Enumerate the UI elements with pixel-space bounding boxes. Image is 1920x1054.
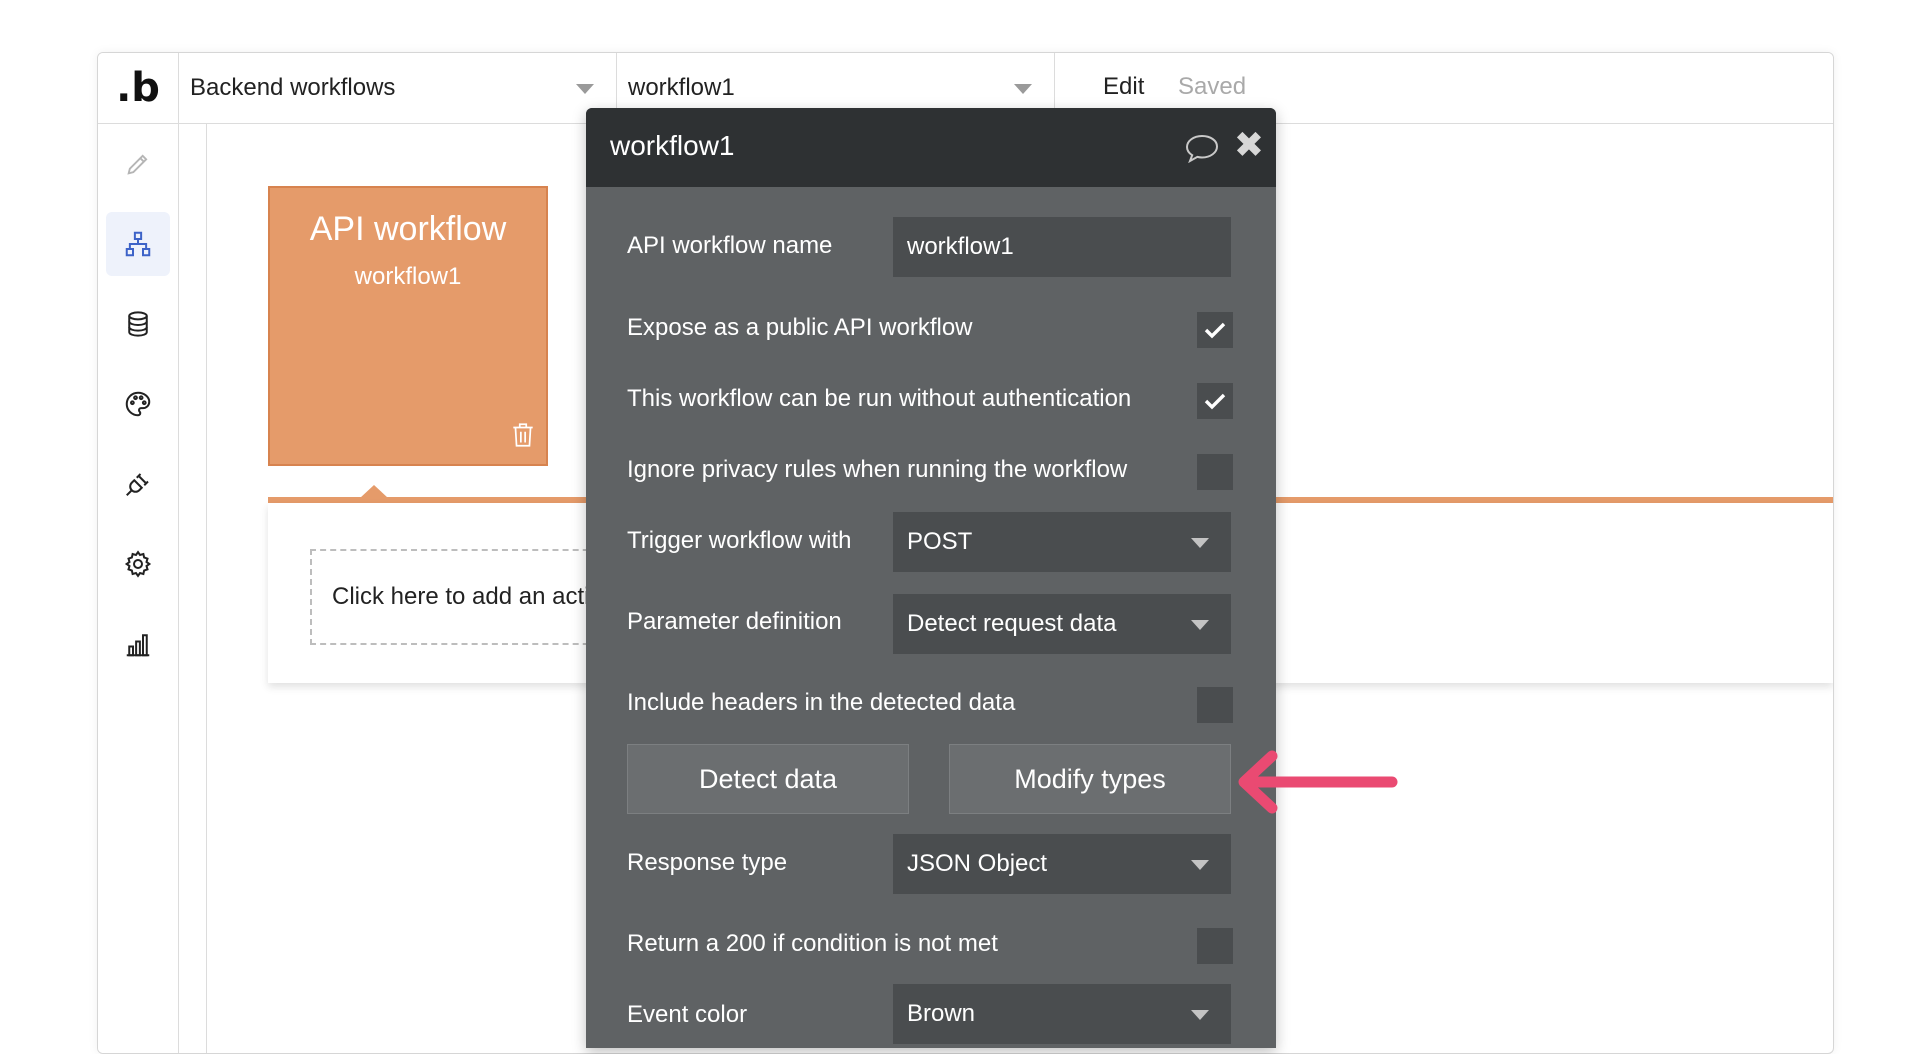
include-headers-label: Include headers in the detected data — [627, 689, 1016, 716]
sidebar-item-workflow[interactable] — [106, 212, 170, 276]
event-color-dropdown[interactable]: Brown — [893, 984, 1231, 1044]
api-name-input[interactable]: workflow1 — [893, 217, 1231, 277]
close-icon[interactable]: ✖ — [1234, 128, 1264, 164]
parameter-definition-value: Detect request data — [907, 610, 1117, 637]
include-headers-checkbox[interactable] — [1197, 687, 1233, 723]
bubble-logo[interactable]: .b — [98, 53, 179, 123]
api-name-label: API workflow name — [627, 232, 833, 259]
checkmark-icon — [1204, 393, 1226, 410]
sidebar-item-data[interactable] — [106, 292, 170, 356]
comment-icon[interactable] — [1184, 133, 1220, 168]
parameter-definition-dropdown[interactable]: Detect request data — [893, 594, 1231, 654]
sidebar-item-logs[interactable] — [106, 612, 170, 676]
checkmark-icon — [1204, 322, 1226, 339]
workflow-tree-icon — [125, 231, 151, 257]
return-200-label: Return a 200 if condition is not met — [627, 930, 998, 957]
modal-title: workflow1 — [610, 130, 735, 161]
card-title: API workflow — [309, 210, 507, 248]
response-type-value: JSON Object — [907, 850, 1048, 877]
trigger-method-value: POST — [907, 528, 973, 555]
event-color-label: Event color — [627, 1001, 748, 1028]
palette-icon — [125, 391, 151, 417]
left-sidebar — [98, 124, 179, 1053]
sidebar-item-settings[interactable] — [106, 532, 170, 596]
plug-icon — [126, 473, 149, 496]
bar-chart-icon — [126, 634, 150, 657]
chevron-down-icon — [576, 84, 594, 94]
edit-menu[interactable]: Edit — [1103, 73, 1144, 101]
modify-types-button[interactable]: Modify types — [949, 744, 1231, 814]
return-200-checkbox[interactable] — [1197, 928, 1233, 964]
chevron-down-icon — [1191, 1010, 1209, 1020]
pencil-icon — [127, 154, 148, 175]
chevron-down-icon — [1191, 538, 1209, 548]
canvas-divider — [206, 124, 207, 1053]
database-icon — [128, 311, 148, 337]
no-auth-label: This workflow can be run without authent… — [627, 385, 1132, 412]
trigger-label: Trigger workflow with — [627, 527, 852, 554]
sidebar-item-design[interactable] — [106, 132, 170, 196]
sidebar-item-plugins[interactable] — [106, 452, 170, 516]
expose-public-label: Expose as a public API workflow — [627, 314, 973, 341]
trigger-method-dropdown[interactable]: POST — [893, 512, 1231, 572]
api-workflow-card[interactable]: API workflow workflow1 — [268, 186, 548, 466]
api-name-value: workflow1 — [907, 233, 1014, 260]
workflow-properties-modal: workflow1 ✖ API workflow name workflow1 … — [586, 108, 1276, 1048]
ignore-privacy-label: Ignore privacy rules when running the wo… — [627, 456, 1128, 483]
detect-data-button[interactable]: Detect data — [627, 744, 909, 814]
workflow-dropdown-label: workflow1 — [628, 74, 735, 101]
parameter-definition-label: Parameter definition — [627, 608, 842, 635]
no-auth-checkbox[interactable] — [1197, 383, 1233, 419]
modal-header: workflow1 ✖ — [586, 108, 1276, 187]
page-dropdown[interactable]: Backend workflows — [178, 53, 617, 123]
card-subtitle: workflow1 — [354, 263, 462, 290]
chevron-down-icon — [1191, 620, 1209, 630]
expose-public-checkbox[interactable] — [1197, 312, 1233, 348]
sidebar-item-styles[interactable] — [106, 372, 170, 436]
trash-icon[interactable] — [510, 421, 536, 454]
response-type-dropdown[interactable]: JSON Object — [893, 834, 1231, 894]
chevron-down-icon — [1014, 84, 1032, 94]
gear-icon — [124, 550, 152, 578]
response-type-label: Response type — [627, 849, 788, 876]
chevron-down-icon — [1191, 860, 1209, 870]
pointer-arrow-icon — [1238, 750, 1398, 814]
saved-status: Saved — [1178, 73, 1247, 100]
ignore-privacy-checkbox[interactable] — [1197, 454, 1233, 490]
page-dropdown-label: Backend workflows — [190, 74, 396, 101]
